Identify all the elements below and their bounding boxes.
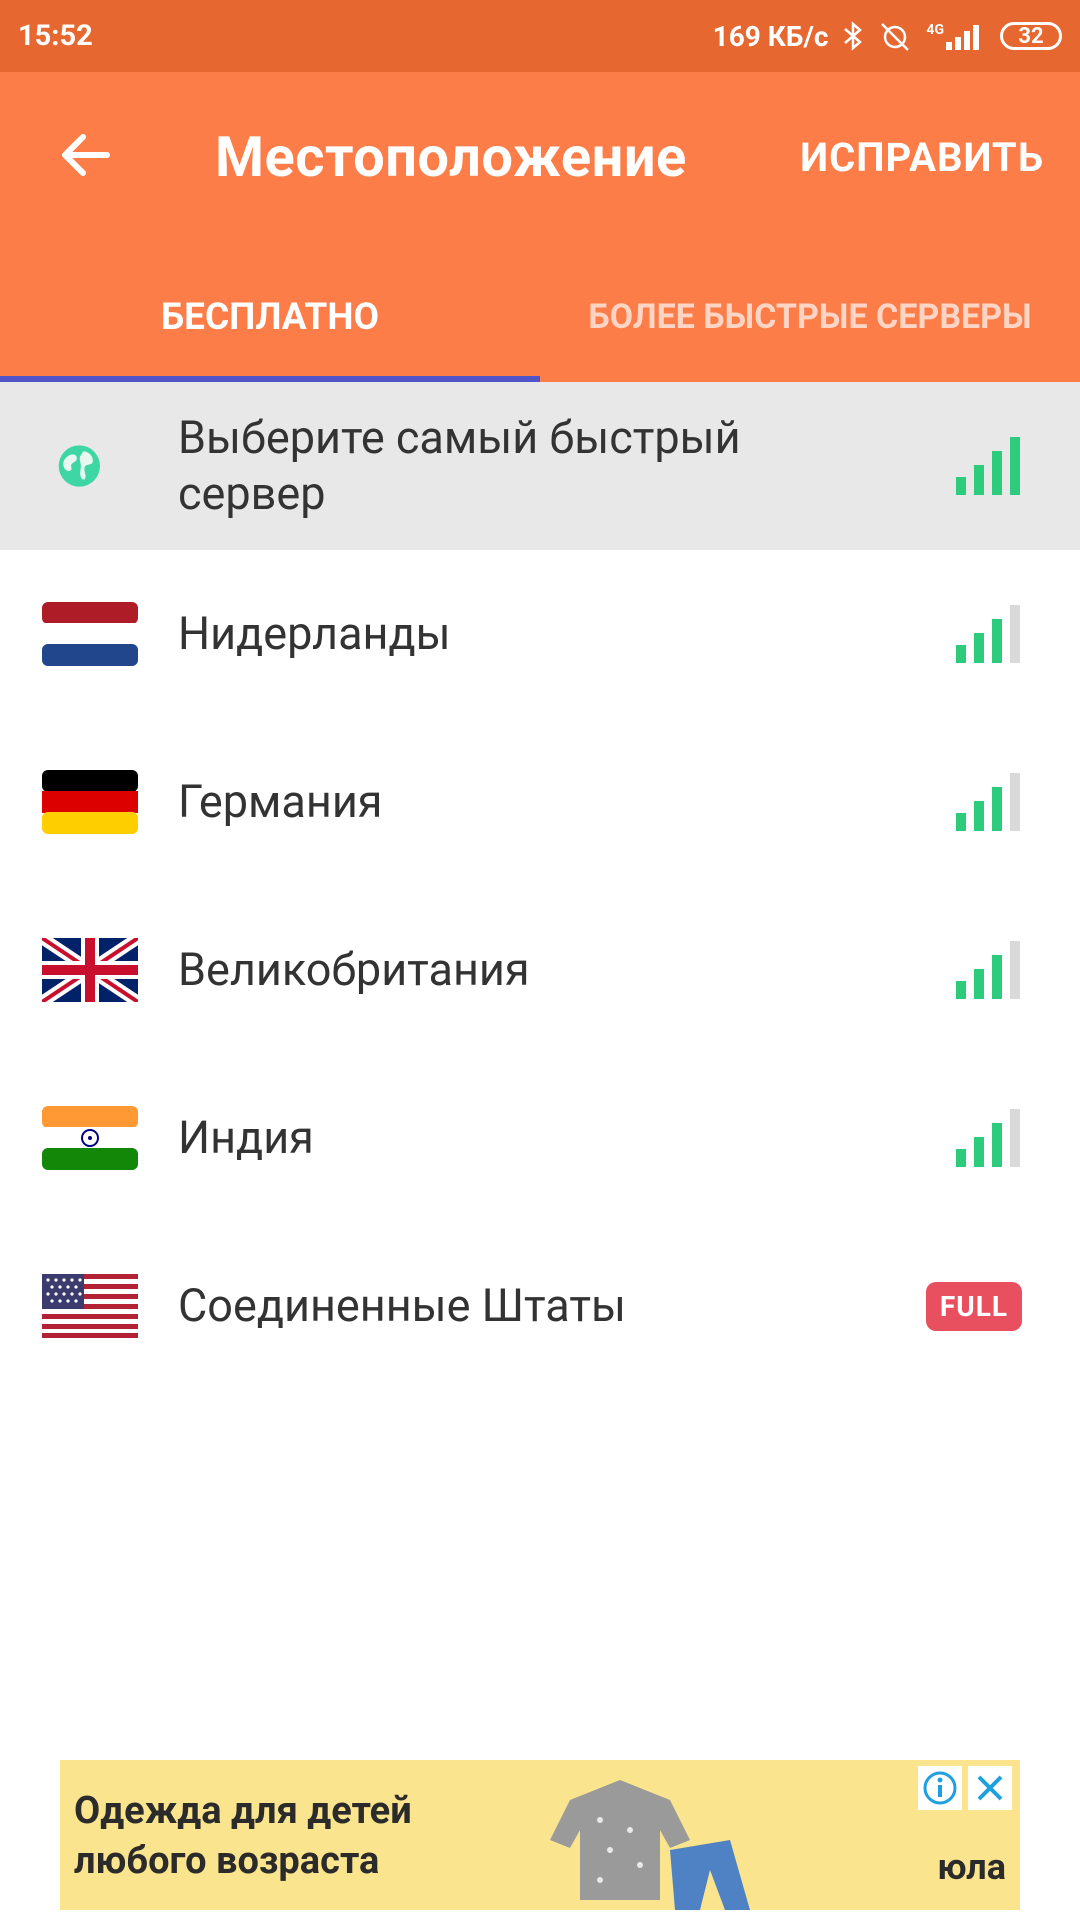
server-row-germany[interactable]: Германия [0, 718, 1080, 886]
flag-germany-icon [42, 770, 138, 834]
fix-button[interactable]: ИСПРАВИТЬ [800, 134, 1044, 181]
close-icon [977, 1775, 1003, 1801]
ad-text-line1: Одежда для детей [74, 1789, 412, 1833]
network-speed: 169 КБ/с [712, 19, 829, 53]
ad-banner[interactable]: Одежда для детей любого возраста юла [60, 1760, 1020, 1910]
server-list: Выберите самый быстрый сервер Нидерланды [0, 382, 1080, 1390]
ad-clothing-image [550, 1780, 750, 1910]
flag-usa-icon [42, 1274, 138, 1338]
ad-info-button[interactable] [918, 1766, 962, 1810]
server-label: Выберите самый быстрый сервер [178, 411, 741, 520]
flag-uk-icon [42, 938, 138, 1002]
full-badge: FULL [925, 1281, 1022, 1331]
cellular-signal-icon: 4G [926, 22, 986, 50]
bluetooth-icon [842, 20, 864, 52]
ad-brand: юла [937, 1846, 1006, 1888]
server-row-uk[interactable]: Великобритания [0, 886, 1080, 1054]
info-icon [923, 1771, 957, 1805]
server-label: Нидерланды [178, 607, 451, 660]
alarm-off-icon [878, 20, 912, 52]
app-bar: Местоположение ИСПРАВИТЬ БЕСПЛАТНО БОЛЕЕ… [0, 72, 1080, 382]
ad-text-line2: любого возраста [74, 1839, 380, 1883]
battery-level: 32 [1018, 23, 1044, 49]
signal-strength-icon [956, 437, 1020, 495]
back-button[interactable] [50, 120, 120, 190]
network-type: 4G [926, 22, 944, 38]
server-row-usa[interactable]: Соединенные Штаты FULL [0, 1222, 1080, 1390]
server-label: Германия [178, 775, 383, 828]
tab-faster-servers-label: БОЛЕЕ БЫСТРЫЕ СЕРВЕРЫ [588, 297, 1032, 337]
page-title: Местоположение [215, 124, 687, 190]
tab-free-label: БЕСПЛАТНО [160, 295, 379, 339]
signal-strength-icon [956, 773, 1020, 831]
globe-icon [58, 445, 100, 487]
status-icons: 169 КБ/с 4G 32 [713, 20, 1062, 53]
flag-india-icon [42, 1106, 138, 1170]
tab-free[interactable]: БЕСПЛАТНО [0, 252, 540, 382]
signal-strength-icon [956, 605, 1020, 663]
server-row-netherlands[interactable]: Нидерланды [0, 550, 1080, 718]
flag-netherlands-icon [42, 602, 138, 666]
signal-strength-icon [956, 1109, 1020, 1167]
battery-icon: 32 [1000, 22, 1062, 50]
server-row-india[interactable]: Индия [0, 1054, 1080, 1222]
server-label: Индия [178, 1111, 314, 1164]
tab-faster-servers[interactable]: БОЛЕЕ БЫСТРЫЕ СЕРВЕРЫ [540, 252, 1080, 382]
ad-close-button[interactable] [968, 1766, 1012, 1810]
server-row-fastest[interactable]: Выберите самый быстрый сервер [0, 382, 1080, 550]
status-bar: 15:52 169 КБ/с 4G 32 [0, 0, 1080, 72]
tab-bar: БЕСПЛАТНО БОЛЕЕ БЫСТРЫЕ СЕРВЕРЫ [0, 252, 1080, 382]
server-label: Соединенные Штаты [178, 1279, 626, 1332]
arrow-back-icon [62, 134, 110, 176]
status-time: 15:52 [18, 19, 93, 53]
server-label: Великобритания [178, 943, 530, 996]
signal-strength-icon [956, 941, 1020, 999]
ad-text: Одежда для детей любого возраста [74, 1786, 412, 1886]
